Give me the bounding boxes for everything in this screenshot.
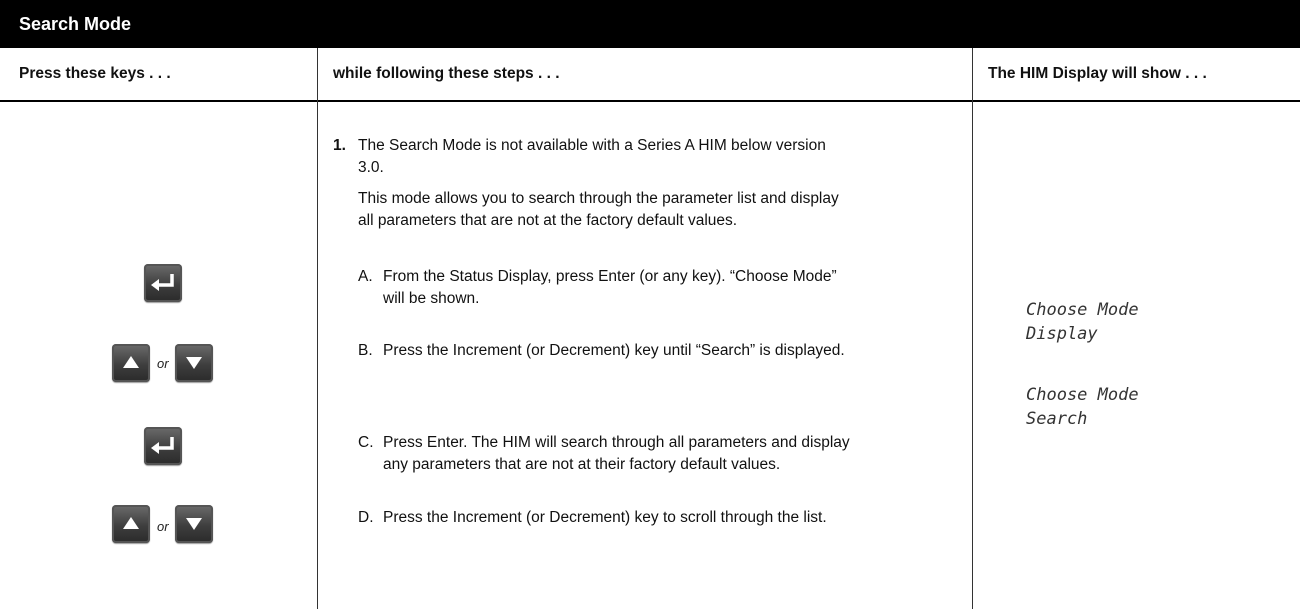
table-header-row: Press these keys . . . while following t… bbox=[0, 48, 1300, 102]
substep-b-letter: B. bbox=[358, 342, 373, 359]
header-keys: Press these keys . . . bbox=[19, 65, 171, 82]
enter-key-icon[interactable] bbox=[144, 427, 182, 465]
or-label: or bbox=[157, 519, 169, 534]
column-divider-1 bbox=[317, 100, 318, 609]
step1-line2: 3.0. bbox=[358, 159, 384, 176]
step1-line1: The Search Mode is not available with a … bbox=[358, 137, 826, 154]
step1-para-line1: This mode allows you to search through t… bbox=[358, 190, 839, 207]
step1-para-line2: all parameters that are not at the facto… bbox=[358, 212, 738, 229]
or-label: or bbox=[157, 356, 169, 371]
section-title: Search Mode bbox=[19, 14, 132, 34]
decrement-key-icon[interactable] bbox=[175, 344, 213, 382]
substep-d-line1: Press the Increment (or Decrement) key t… bbox=[383, 509, 827, 526]
header-steps: while following these steps . . . bbox=[333, 65, 560, 82]
increment-key-icon[interactable] bbox=[112, 344, 150, 382]
substep-a-letter: A. bbox=[358, 268, 373, 285]
section-title-bar: Search Mode bbox=[0, 0, 1300, 48]
header-divider-2 bbox=[972, 48, 973, 100]
header-display: The HIM Display will show . . . bbox=[988, 65, 1207, 82]
substep-c-letter: C. bbox=[358, 434, 374, 451]
display-choose-mode-2: Choose Mode bbox=[1026, 385, 1139, 405]
display-mode-display: Display bbox=[1026, 324, 1098, 344]
decrement-key-icon[interactable] bbox=[175, 505, 213, 543]
display-choose-mode-1: Choose Mode bbox=[1026, 300, 1139, 320]
substep-b-line1: Press the Increment (or Decrement) key u… bbox=[383, 342, 845, 359]
column-divider-2 bbox=[972, 100, 973, 609]
header-divider-1 bbox=[317, 48, 318, 100]
display-mode-search: Search bbox=[1026, 409, 1088, 429]
increment-key-icon[interactable] bbox=[112, 505, 150, 543]
substep-a-line2: will be shown. bbox=[383, 290, 480, 307]
step-number: 1. bbox=[333, 137, 346, 154]
enter-key-icon[interactable] bbox=[144, 264, 182, 302]
substep-c-line2: any parameters that are not at their fac… bbox=[383, 456, 781, 473]
substep-a-line1: From the Status Display, press Enter (or… bbox=[383, 268, 837, 285]
substep-d-letter: D. bbox=[358, 509, 374, 526]
substep-c-line1: Press Enter. The HIM will search through… bbox=[383, 434, 850, 451]
